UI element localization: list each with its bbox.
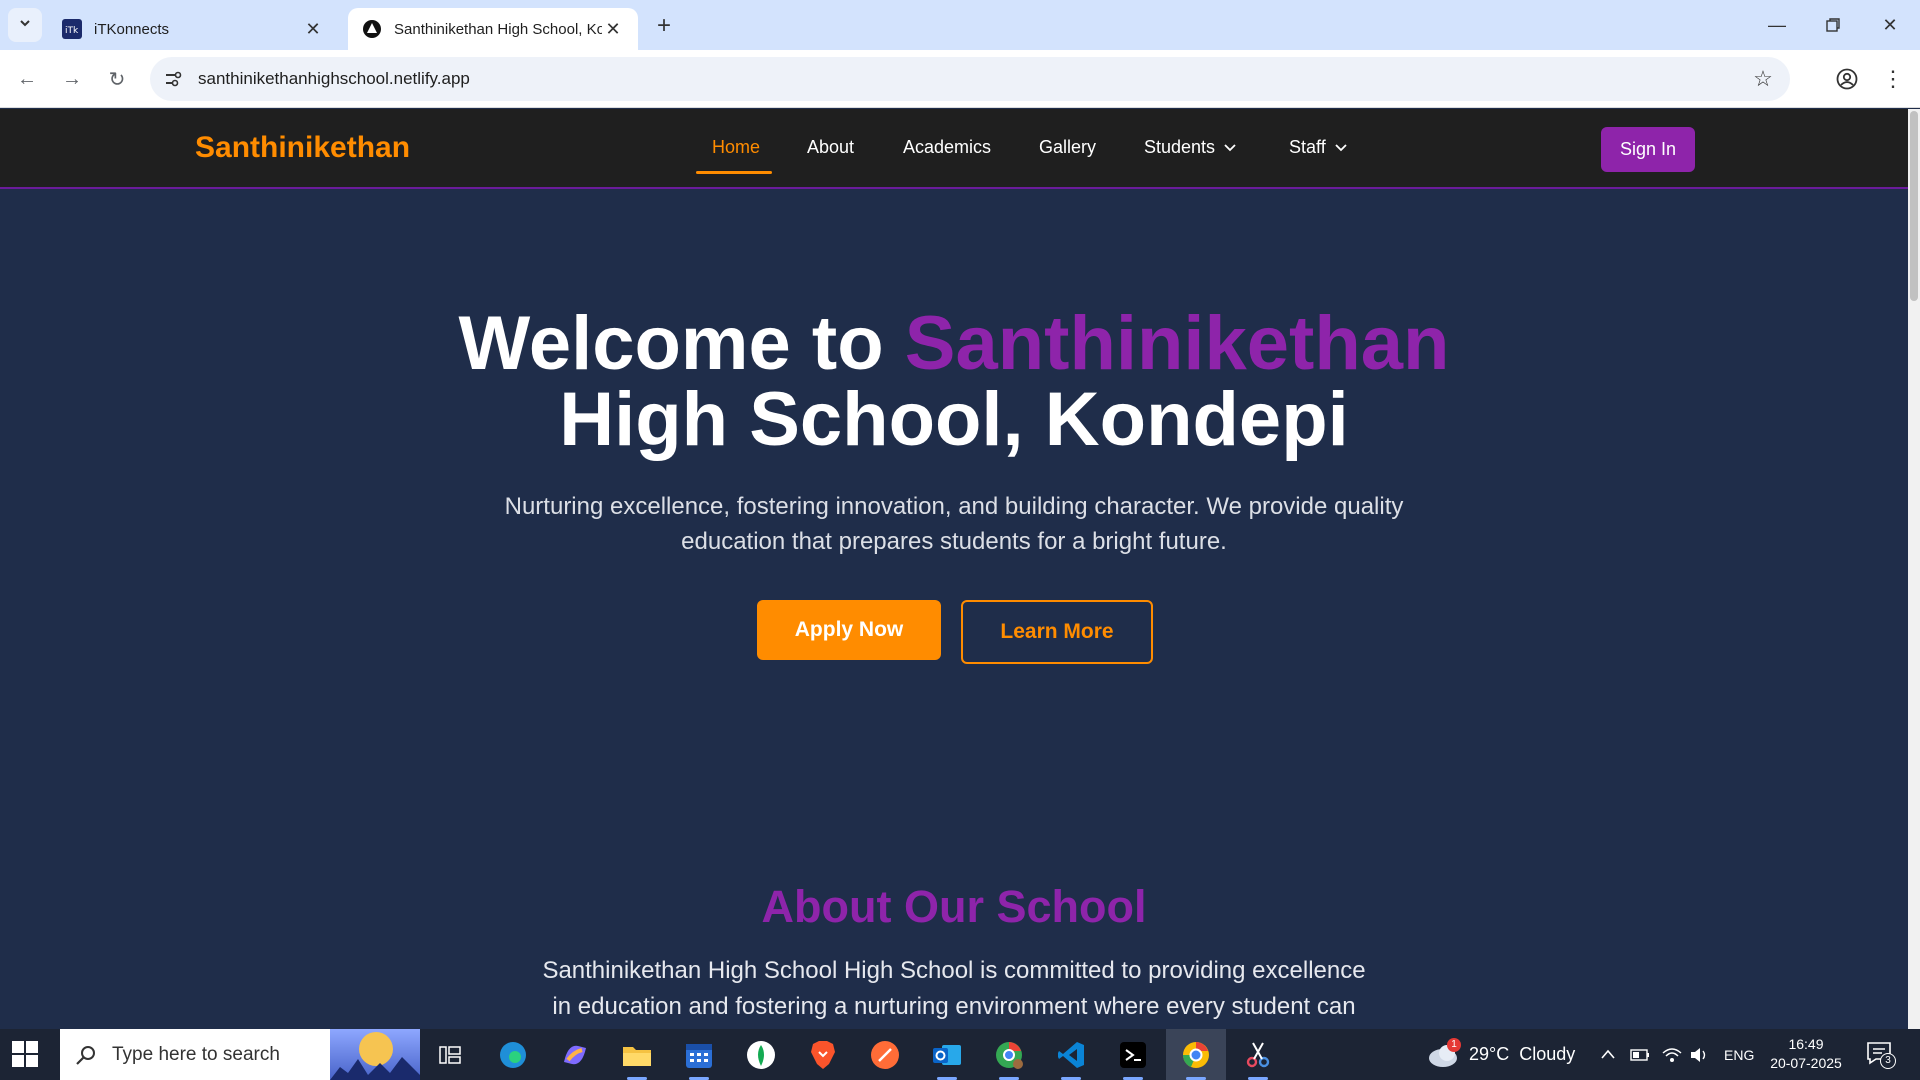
- volume-icon[interactable]: [1690, 1029, 1710, 1080]
- address-bar[interactable]: santhinikethanhighschool.netlify.app ☆: [150, 57, 1790, 101]
- nav-label: Home: [712, 137, 761, 157]
- task-view-icon[interactable]: [432, 1037, 468, 1073]
- clock-time: 16:49: [1788, 1036, 1824, 1052]
- url-text[interactable]: santhinikethanhighschool.netlify.app: [198, 69, 1748, 89]
- chevron-down-icon: [1334, 137, 1348, 158]
- language-indicator[interactable]: ENG: [1724, 1029, 1754, 1080]
- browser-tab-bar: iTk iTKonnects ✕ Santhinikethan High Sch…: [0, 0, 1920, 50]
- weather-widget[interactable]: 1 29°C Cloudy: [1427, 1029, 1575, 1080]
- reload-icon[interactable]: ↻: [102, 64, 132, 94]
- calendar-icon[interactable]: [681, 1037, 717, 1080]
- tab-title: iTKonnects: [94, 20, 170, 38]
- itkonnects-favicon-icon: iTk: [62, 19, 82, 39]
- mongodb-icon[interactable]: [743, 1037, 779, 1073]
- taskbar-clock[interactable]: 16:49 20-07-2025: [1768, 1035, 1844, 1073]
- nav-label: Gallery: [1039, 137, 1097, 157]
- close-tab-icon[interactable]: ✕: [302, 18, 324, 40]
- taskbar-search[interactable]: Type here to search: [60, 1029, 420, 1080]
- cloud-icon: 1: [1427, 1037, 1461, 1070]
- chrome-icon[interactable]: [1178, 1037, 1214, 1080]
- postman-icon[interactable]: [867, 1037, 903, 1073]
- site-navbar: Santhinikethan Home About Academics Gall…: [0, 109, 1908, 189]
- page-viewport: Santhinikethan Home About Academics Gall…: [0, 109, 1908, 1029]
- forward-icon[interactable]: →: [57, 64, 87, 94]
- about-section-title: About Our School: [761, 881, 1147, 932]
- active-nav-underline: [696, 171, 772, 174]
- apply-now-button[interactable]: Apply Now: [757, 600, 941, 660]
- snipping-tool-icon[interactable]: [1240, 1037, 1276, 1080]
- chevron-down-icon: [1223, 137, 1237, 158]
- show-hidden-icons[interactable]: [1600, 1029, 1616, 1080]
- site-brand[interactable]: Santhinikethan: [195, 131, 410, 165]
- learn-more-button[interactable]: Learn More: [961, 600, 1153, 664]
- weather-alert-badge: 1: [1447, 1037, 1461, 1052]
- clock-date: 20-07-2025: [1770, 1055, 1842, 1071]
- tab-search-button[interactable]: [8, 8, 42, 42]
- terminal-icon[interactable]: [1115, 1037, 1151, 1080]
- profile-icon[interactable]: [1832, 64, 1862, 94]
- nav-home[interactable]: Home: [712, 137, 760, 158]
- browser-toolbar: ← → ↻ santhinikethanhighschool.netlify.a…: [0, 50, 1920, 108]
- nav-label: Academics: [903, 137, 992, 157]
- windows-start-icon[interactable]: [12, 1041, 40, 1069]
- hero-title-prefix: Welcome to: [458, 301, 905, 386]
- nav-label: About: [807, 137, 855, 157]
- tab-itkonnects[interactable]: iTk iTKonnects ✕: [48, 8, 338, 50]
- wifi-icon[interactable]: [1662, 1029, 1682, 1080]
- close-window-icon[interactable]: ✕: [1875, 10, 1905, 40]
- chevron-down-icon: [18, 16, 32, 35]
- nav-staff-dropdown[interactable]: Staff: [1289, 137, 1348, 158]
- notification-count-badge: 3: [1880, 1052, 1896, 1069]
- chevron-up-icon: [1600, 1044, 1616, 1065]
- hero-title-line2: High School, Kondepi: [559, 377, 1349, 462]
- sign-in-button[interactable]: Sign In: [1601, 127, 1695, 172]
- copilot-icon[interactable]: [557, 1037, 593, 1073]
- edge-icon[interactable]: [495, 1037, 531, 1073]
- netlify-favicon-icon: [362, 19, 382, 39]
- search-icon: [74, 1043, 98, 1067]
- tab-santhinikethan[interactable]: Santhinikethan High School, Ko ✕: [348, 8, 638, 50]
- weather-text: 29°C Cloudy: [1469, 1044, 1576, 1064]
- nav-gallery[interactable]: Gallery: [1039, 137, 1096, 158]
- hero-title-accent: Santhinikethan: [904, 301, 1450, 386]
- svg-text:iTk: iTk: [65, 26, 79, 36]
- tab-title: Santhinikethan High School, Ko: [394, 20, 602, 38]
- scrollbar-thumb[interactable]: [1910, 111, 1918, 301]
- battery-icon[interactable]: [1630, 1029, 1650, 1080]
- windows-taskbar: Type here to search 1 29°C Cloudy ENG 16…: [0, 1029, 1920, 1080]
- about-section-text: Santhinikethan High School High School i…: [542, 957, 1366, 1020]
- page-scrollbar[interactable]: [1908, 109, 1920, 1029]
- nav-academics[interactable]: Academics: [903, 137, 991, 158]
- chrome-profile-icon[interactable]: [991, 1037, 1027, 1080]
- outlook-icon[interactable]: [929, 1037, 965, 1080]
- vscode-icon[interactable]: [1053, 1037, 1089, 1080]
- nav-about[interactable]: About: [807, 137, 854, 158]
- site-info-icon[interactable]: [160, 66, 186, 92]
- restore-icon[interactable]: [1818, 10, 1848, 40]
- bookmark-star-icon[interactable]: ☆: [1748, 64, 1778, 94]
- back-icon[interactable]: ←: [12, 64, 42, 94]
- hero-subtitle: Nurturing excellence, fostering innovati…: [504, 493, 1404, 555]
- search-placeholder[interactable]: Type here to search: [112, 1044, 330, 1066]
- nav-label: Staff: [1289, 137, 1326, 157]
- close-tab-icon[interactable]: ✕: [602, 18, 624, 40]
- brave-icon[interactable]: [805, 1037, 841, 1073]
- file-explorer-icon[interactable]: [619, 1037, 655, 1080]
- more-menu-icon[interactable]: ⋮: [1878, 64, 1908, 94]
- nav-label: Students: [1144, 137, 1216, 157]
- nav-students-dropdown[interactable]: Students: [1144, 137, 1237, 158]
- minimize-icon[interactable]: —: [1762, 10, 1792, 40]
- notification-center-icon[interactable]: 3: [1866, 1029, 1896, 1080]
- hero-title: Welcome to Santhinikethan High School, K…: [0, 306, 1908, 458]
- new-tab-icon[interactable]: +: [650, 12, 678, 40]
- search-highlight-image[interactable]: [330, 1029, 420, 1080]
